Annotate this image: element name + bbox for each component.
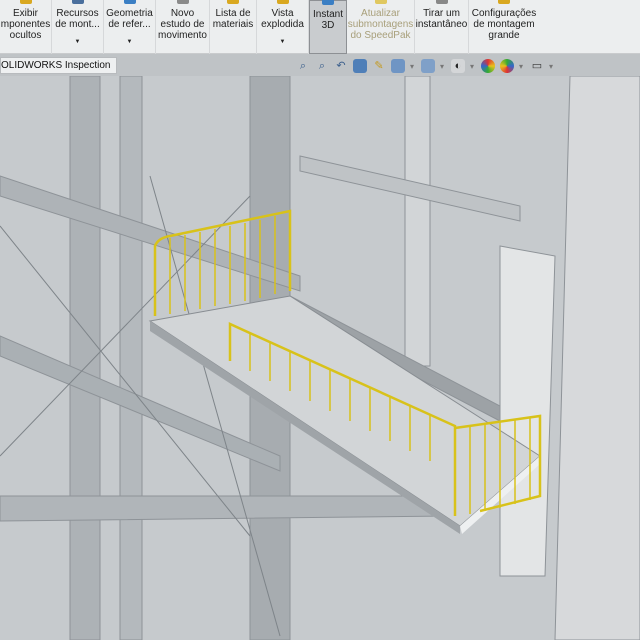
assembly-features-icon (71, 0, 84, 4)
chevron-down-icon[interactable]: ▾ (549, 62, 555, 71)
chevron-down-icon[interactable]: ▾ (519, 62, 525, 71)
hide-show-items-icon[interactable]: ◐ (451, 59, 465, 73)
zoom-area-icon[interactable]: ⌕ (315, 59, 329, 73)
large-assembly-settings-button[interactable]: Configurações de montagem grande (469, 0, 539, 54)
motion-study-icon (176, 0, 189, 4)
previous-view-icon[interactable]: ↶ (334, 59, 348, 73)
chevron-down-icon: ▼ (126, 39, 133, 45)
apply-scene-icon[interactable] (500, 59, 514, 73)
section-view-icon[interactable] (353, 59, 367, 73)
reference-geometry-icon (123, 0, 136, 4)
tab-solidworks-inspection[interactable]: OLIDWORKS Inspection (0, 57, 118, 74)
edit-appearance-icon[interactable] (481, 59, 495, 73)
show-hidden-components-button[interactable]: Exibir mponentes ocultos (0, 0, 52, 54)
camera-icon (435, 0, 448, 4)
view-orientation-icon[interactable] (391, 59, 405, 73)
chevron-down-icon[interactable]: ▾ (440, 62, 446, 71)
chevron-down-icon: ▼ (279, 39, 286, 45)
heads-up-view-toolbar: ⌕ ⌕ ↶ ✎ ▾ ▾ ◐ ▾ ▾ ▭ ▾ (296, 55, 555, 77)
exploded-view-icon (276, 0, 289, 4)
chevron-down-icon: ▼ (74, 39, 81, 45)
display-style-icon[interactable] (421, 59, 435, 73)
dynamic-annotation-icon[interactable]: ✎ (372, 59, 386, 73)
instant-3d-icon (322, 0, 334, 5)
3d-model-viewport[interactable] (0, 76, 640, 640)
instant-3d-button[interactable]: Instant 3D (309, 0, 347, 54)
bom-icon (227, 0, 239, 4)
show-components-icon (19, 0, 32, 4)
speedpak-icon (374, 0, 387, 4)
chevron-down-icon[interactable]: ▾ (410, 62, 416, 71)
view-settings-icon[interactable]: ▭ (530, 59, 544, 73)
chevron-down-icon[interactable]: ▾ (470, 62, 476, 71)
zoom-to-fit-icon[interactable]: ⌕ (296, 59, 310, 73)
bill-of-materials-button[interactable]: Lista de materiais (210, 0, 257, 54)
command-manager-ribbon: Exibir mponentes ocultos Recursos de mon… (0, 0, 640, 54)
take-snapshot-button[interactable]: Tirar um instantâneo (415, 0, 469, 54)
update-speedpak-button[interactable]: Atualizar submontagens do SpeedPak (347, 0, 415, 54)
large-assembly-icon (498, 0, 510, 4)
new-motion-study-button[interactable]: Novo estudo de movimento (156, 0, 210, 54)
exploded-view-button[interactable]: Vista explodida ▼ (257, 0, 309, 54)
reference-geometry-button[interactable]: Geometria de refer... ▼ (104, 0, 156, 54)
assembly-features-button[interactable]: Recursos de mont... ▼ (52, 0, 104, 54)
